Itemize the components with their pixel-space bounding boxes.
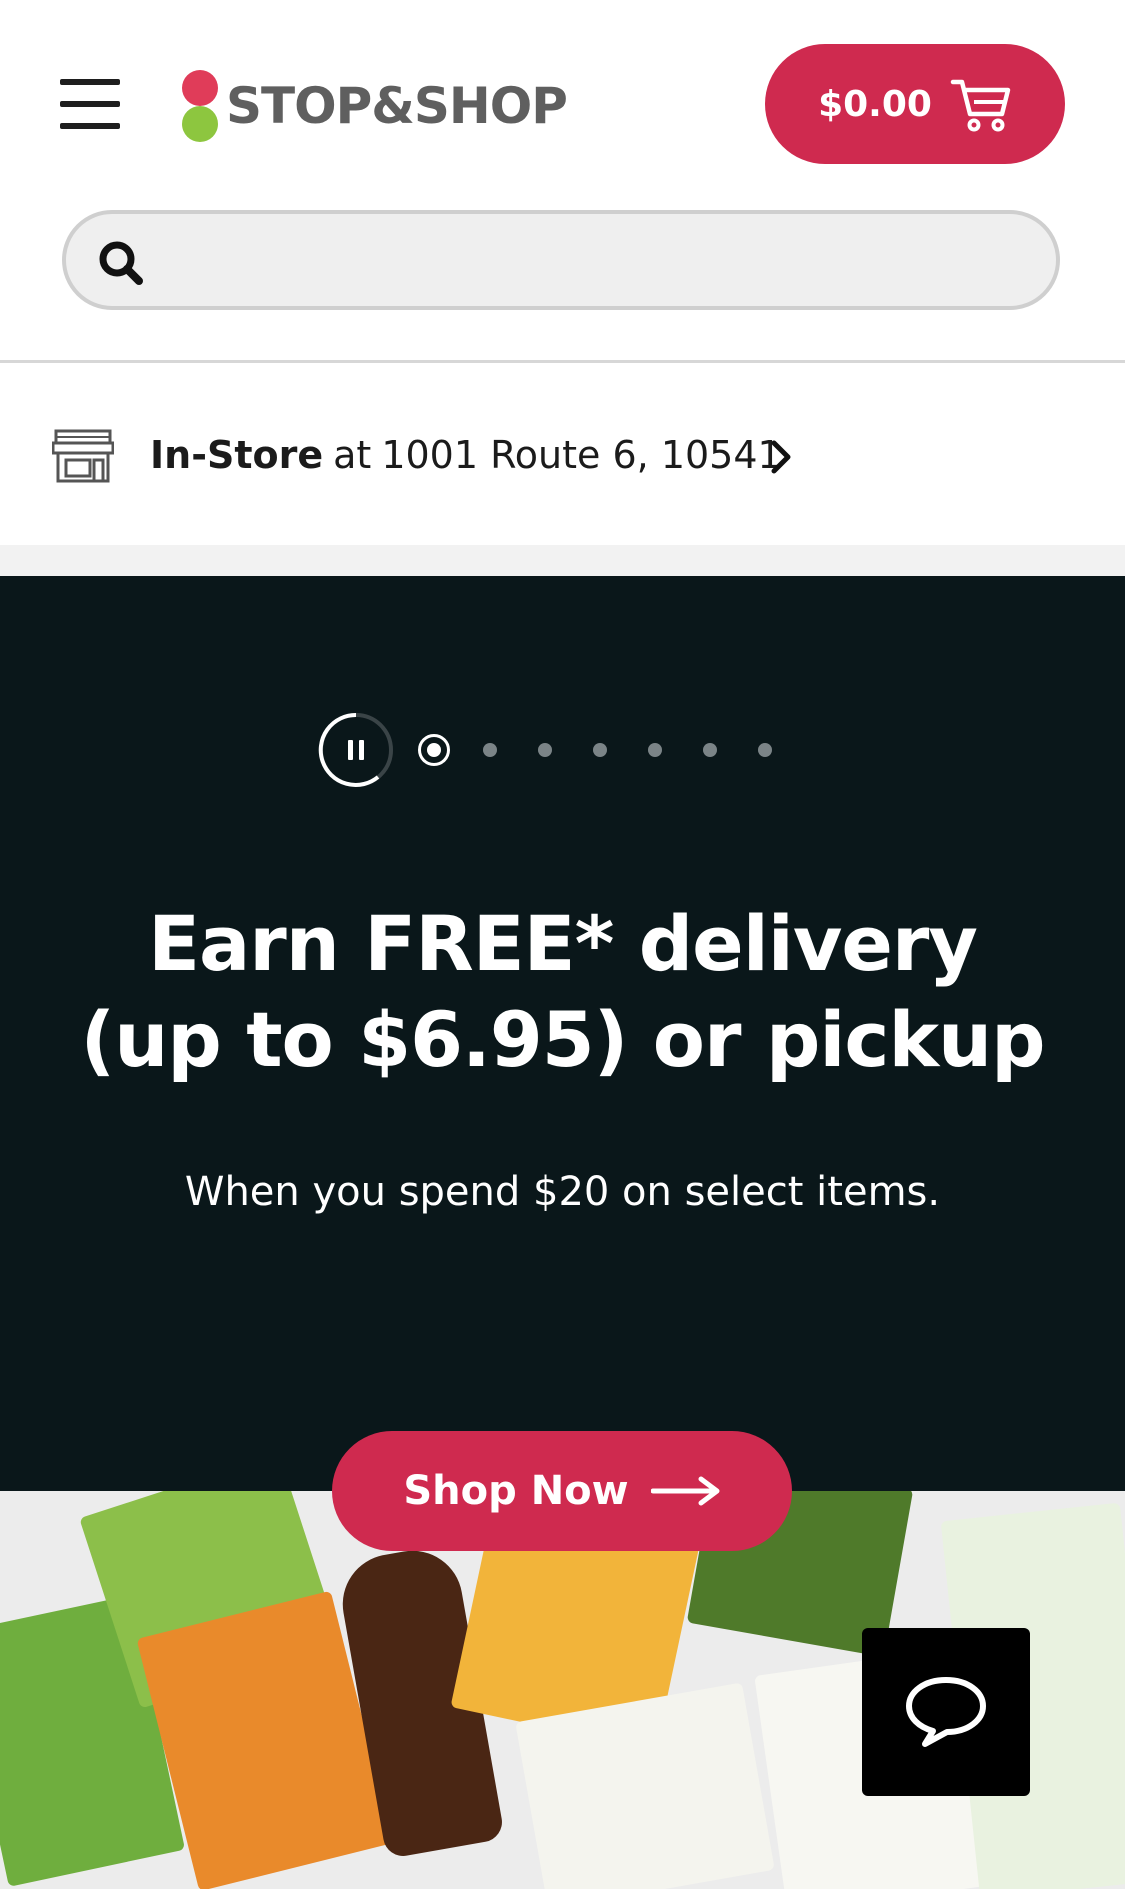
carousel-dot-6[interactable] xyxy=(703,743,717,757)
chat-button[interactable] xyxy=(862,1628,1030,1796)
carousel-dot-7[interactable] xyxy=(758,743,772,757)
search-bar[interactable] xyxy=(62,210,1060,310)
logo-text: STOP&SHOP xyxy=(226,77,568,135)
cart-button[interactable]: $0.00 xyxy=(765,44,1065,164)
store-mode: In-Store xyxy=(150,433,324,477)
hero-headline-line-2: (up to $6.95) or pickup xyxy=(80,995,1046,1084)
arrow-right-icon xyxy=(650,1476,720,1506)
carousel-controls xyxy=(318,710,813,790)
carousel-dots xyxy=(418,734,813,766)
chevron-right-icon xyxy=(771,440,791,474)
carousel-dot-2[interactable] xyxy=(483,743,497,757)
carousel-dot-1[interactable] xyxy=(418,734,450,766)
shop-now-label: Shop Now xyxy=(403,1468,629,1514)
carousel-dot-4[interactable] xyxy=(593,743,607,757)
shop-now-button[interactable]: Shop Now xyxy=(332,1431,792,1551)
store-selector[interactable]: In-Store at 1001 Route 6, 10541 xyxy=(0,363,1125,545)
pause-icon xyxy=(318,712,393,787)
store-at-label: at xyxy=(333,433,372,477)
logo-mark xyxy=(182,68,222,144)
chat-icon xyxy=(906,1677,986,1747)
logo[interactable]: STOP&SHOP xyxy=(182,68,582,144)
pause-button[interactable] xyxy=(318,712,394,788)
store-address: 1001 Route 6, 10541 xyxy=(381,433,782,477)
cart-icon xyxy=(950,79,1011,132)
carousel-dot-3[interactable] xyxy=(538,743,552,757)
search-icon xyxy=(99,241,143,285)
store-icon xyxy=(52,429,114,483)
hero-headline-line-1: Earn FREE* delivery xyxy=(148,899,978,988)
carousel-dot-5[interactable] xyxy=(648,743,662,757)
hero-headline: Earn FREE* delivery (up to $6.95) or pic… xyxy=(60,896,1065,1088)
store-text: In-Store at 1001 Route 6, 10541 xyxy=(150,425,782,485)
hero-subline: When you spend $20 on select items. xyxy=(184,1169,941,1215)
hamburger-menu-icon[interactable] xyxy=(60,79,120,129)
search-input[interactable] xyxy=(166,228,1030,294)
section-divider xyxy=(0,545,1125,576)
cart-total: $0.00 xyxy=(818,83,932,125)
header: STOP&SHOP $0.00 xyxy=(0,0,1125,363)
